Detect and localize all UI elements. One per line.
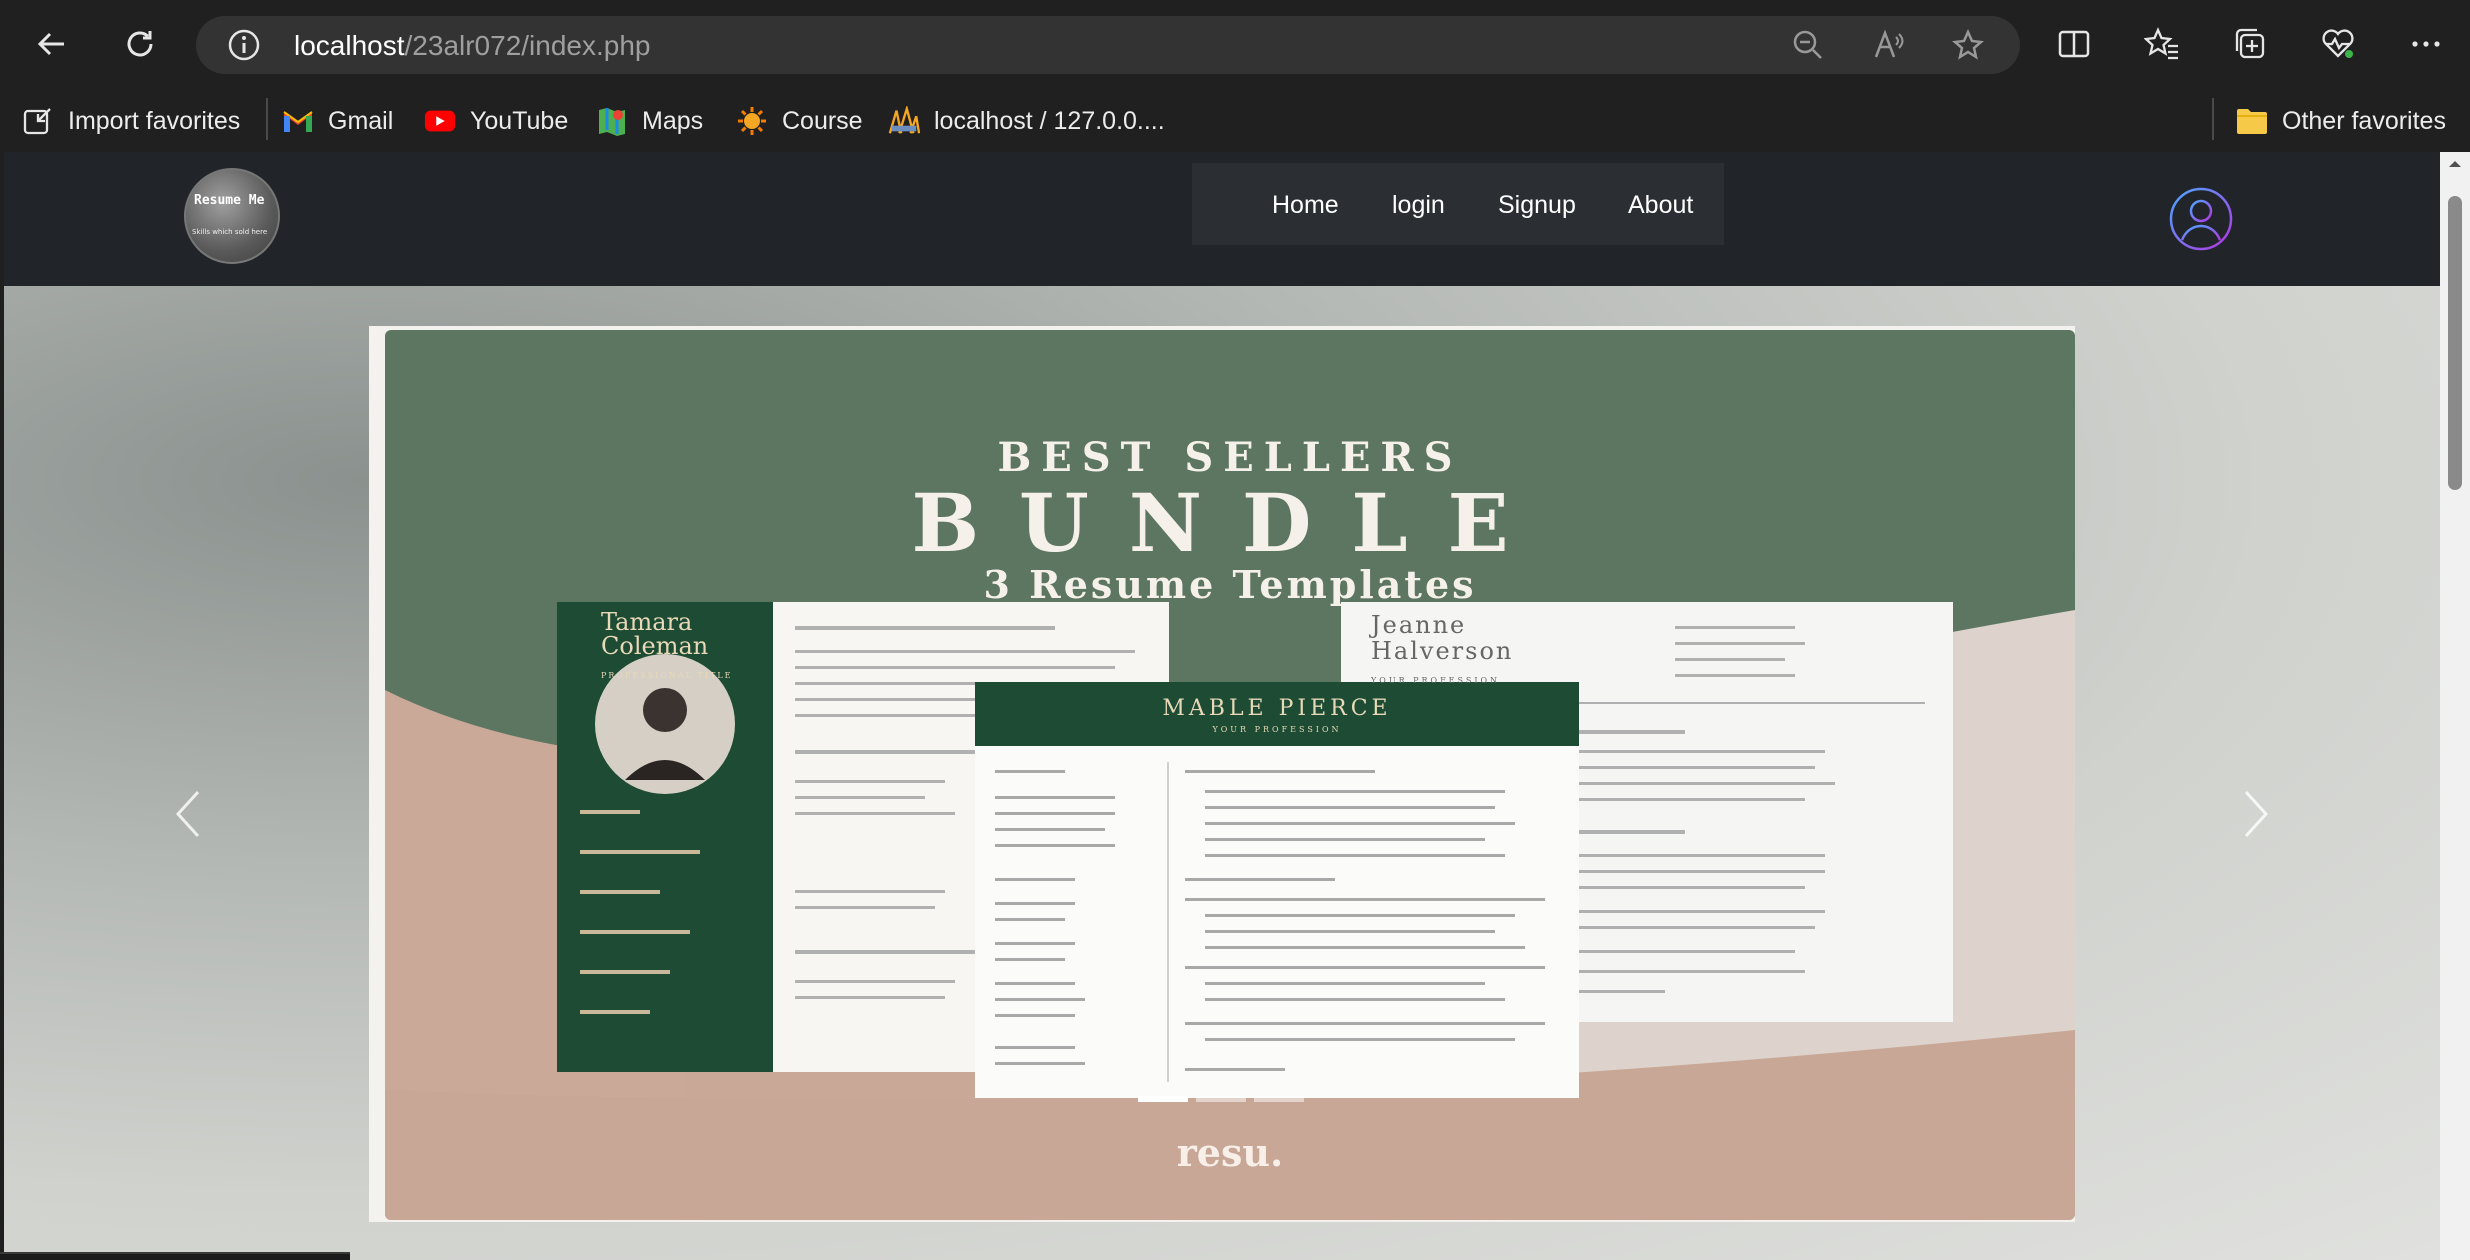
resume-right-first: Jeanne [1371, 611, 1467, 639]
resume-left-title: PROFESSIONAL TITLE [601, 671, 733, 680]
resume-mid-fullname: MABLE PIERCE [1162, 696, 1392, 721]
import-icon [22, 105, 54, 137]
fav-gmail[interactable]: Gmail [282, 100, 393, 142]
site-menu: Home login Signup About [1192, 163, 1724, 245]
refresh-icon[interactable] [112, 16, 168, 72]
carousel-prev-icon[interactable] [168, 786, 208, 842]
favbar-separator [266, 98, 268, 140]
slide-headline-big: BUNDLE [911, 476, 1549, 570]
slide-headline-small: BEST SELLERS [997, 434, 1463, 481]
fav-label: Import favorites [68, 106, 241, 135]
user-account-icon[interactable] [2168, 186, 2234, 252]
nav-about[interactable]: About [1628, 191, 1693, 220]
fav-localhost[interactable]: localhost / 127.0.0.... [888, 100, 1165, 142]
resume-mid-name: MABLE PIERCE YOUR PROFESSION [975, 696, 1579, 734]
fav-label: Other favorites [2282, 106, 2446, 135]
resume-right-title: YOUR PROFESSION [1371, 676, 1501, 685]
course-icon [736, 105, 768, 137]
fav-import-favorites[interactable]: Import favorites [22, 100, 240, 142]
fav-label: Course [782, 106, 863, 135]
back-arrow-icon[interactable] [24, 16, 80, 72]
carousel-indicator-1[interactable] [1138, 1096, 1188, 1102]
read-aloud-icon[interactable] [1872, 29, 1904, 61]
fav-maps[interactable]: Maps [596, 100, 703, 142]
split-screen-icon[interactable] [2048, 18, 2100, 70]
fav-youtube[interactable]: YouTube [424, 100, 568, 142]
nav-home[interactable]: Home [1272, 191, 1339, 220]
web-page: Resume Me Skills which sold here Home lo… [4, 152, 2440, 1260]
zoom-out-icon[interactable] [1792, 29, 1824, 61]
fav-label: Maps [642, 106, 704, 135]
carousel-indicator-2[interactable] [1196, 1096, 1246, 1102]
site-logo[interactable]: Resume Me Skills which sold here [184, 168, 280, 264]
site-info-icon[interactable] [226, 27, 262, 63]
fav-label: YouTube [470, 106, 569, 135]
hero-carousel: BEST SELLERS BUNDLE 3 Resume Templates T… [4, 286, 2440, 1260]
phpmyadmin-icon [888, 105, 920, 137]
favorites-bar: Import favorites Gmail YouTube Maps Cour… [0, 90, 2470, 152]
status-strip [0, 1252, 350, 1260]
address-bar[interactable]: localhost/23alr072/index.php [196, 16, 2020, 74]
carousel-next-icon[interactable] [2236, 786, 2276, 842]
scrollbar-thumb[interactable] [2448, 196, 2462, 490]
nav-signup[interactable]: Signup [1498, 191, 1576, 220]
collections-icon[interactable] [2224, 18, 2276, 70]
slide-headline-sub: 3 Resume Templates [983, 562, 1477, 607]
fav-course[interactable]: Course [736, 100, 863, 142]
browser-toolbar: localhost/23alr072/index.php [0, 0, 2470, 90]
favbar-separator [2212, 98, 2214, 140]
page-scrollbar[interactable] [2440, 152, 2470, 1260]
url-text: localhost/23alr072/index.php [294, 30, 651, 61]
resume-right-name: Jeanne Halverson YOUR PROFESSION [1371, 612, 1513, 694]
favorites-icon[interactable] [2136, 18, 2188, 70]
resume-left-first: Tamara [601, 608, 693, 636]
gmail-icon [282, 105, 314, 137]
nav-login[interactable]: login [1392, 191, 1445, 220]
browser-essentials-icon[interactable] [2312, 18, 2364, 70]
folder-icon [2236, 105, 2268, 137]
carousel-indicator-3[interactable] [1254, 1096, 1304, 1102]
scroll-up-icon[interactable] [2440, 152, 2470, 174]
carousel-slide: BEST SELLERS BUNDLE 3 Resume Templates T… [369, 326, 2075, 1222]
more-menu-icon[interactable] [2400, 18, 2452, 70]
brand-text: resu. [1176, 1130, 1284, 1175]
fav-label: Gmail [328, 106, 394, 135]
fav-label: localhost / 127.0.0.... [934, 106, 1165, 135]
resume-left-name: Tamara Coleman PROFESSIONAL TITLE [601, 610, 733, 688]
logo-text: Resume Me [194, 193, 265, 208]
resume-mid-title: YOUR PROFESSION [1212, 725, 1342, 734]
logo-subtext: Skills which sold here [192, 228, 268, 236]
resume-right-last: Halverson [1371, 637, 1514, 665]
resume-left-last: Coleman [601, 632, 709, 660]
youtube-icon [424, 105, 456, 137]
maps-icon [596, 105, 628, 137]
site-navbar: Resume Me Skills which sold here Home lo… [4, 152, 2440, 286]
slide-image: BEST SELLERS BUNDLE 3 Resume Templates T… [385, 330, 2075, 1220]
favorite-star-icon[interactable] [1952, 29, 1984, 61]
fav-other-favorites[interactable]: Other favorites [2236, 100, 2446, 142]
